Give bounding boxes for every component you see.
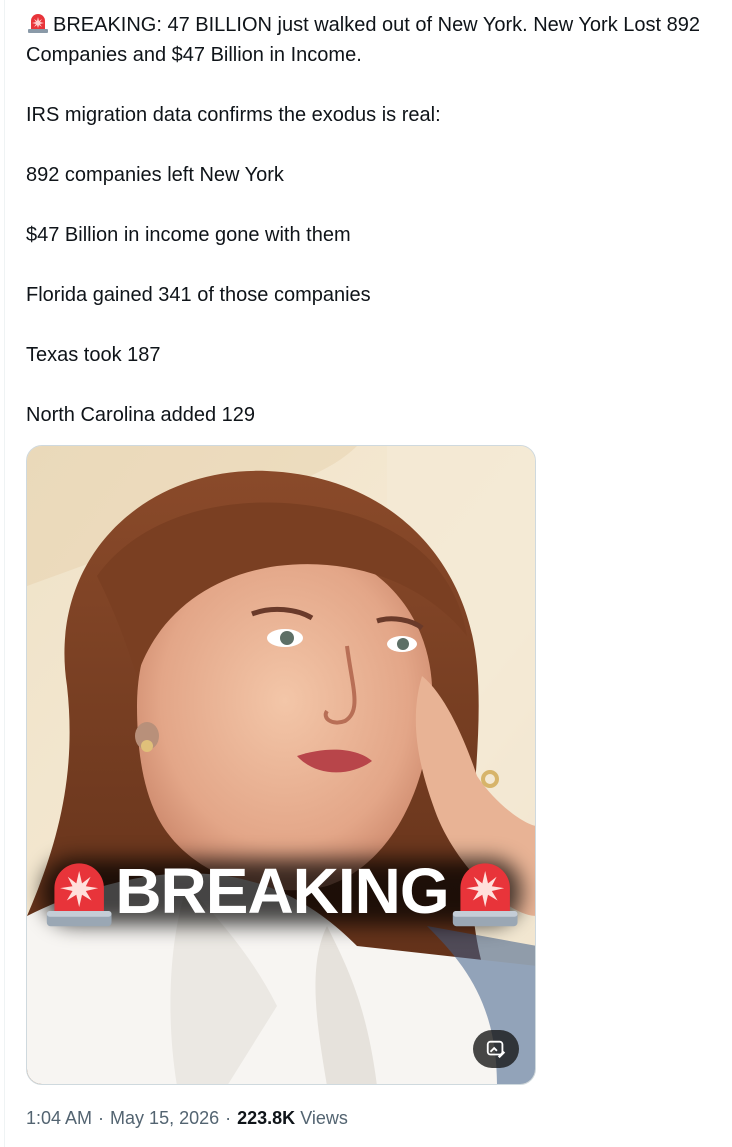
siren-icon [452,863,518,927]
tweet-headline: BREAKING: 47 BILLION just walked out of … [26,14,701,66]
tweet-line-5: Texas took 187 [26,344,161,366]
meta-separator: · [225,1108,232,1128]
left-border [4,0,5,1147]
breaking-text: BREAKING [115,855,449,927]
tweet-headline-line-1: BREAKING: 47 BILLION just walked out of … [26,10,716,70]
views-count: 223.8K [237,1108,296,1128]
tweet-line-3: $47 Billion in income gone with them [26,224,351,246]
tweet-meta: 1:04 AM · May 15, 2026 · 223.8K Views [26,1105,348,1131]
edit-image-button[interactable] [473,1030,519,1068]
siren-icon [46,863,112,927]
tweet-date[interactable]: May 15, 2026 [110,1108,219,1128]
tweet-line-2: 892 companies left New York [26,164,284,186]
siren-icon [28,14,48,33]
tweet-line-4: Florida gained 341 of those companies [26,284,371,306]
tweet-line-1: IRS migration data confirms the exodus i… [26,104,441,126]
tweet-time[interactable]: 1:04 AM [26,1108,92,1128]
views-label: Views [300,1108,348,1128]
tweet-text: BREAKING: 47 BILLION just walked out of … [26,10,716,430]
meta-separator: · [98,1108,105,1128]
tweet-line-6: North Carolina added 129 [26,404,256,426]
breaking-overlay: BREAKING [43,841,521,941]
edit-image-icon [486,1040,506,1059]
photo [27,446,535,1084]
tweet-media[interactable]: BREAKING [26,445,536,1085]
